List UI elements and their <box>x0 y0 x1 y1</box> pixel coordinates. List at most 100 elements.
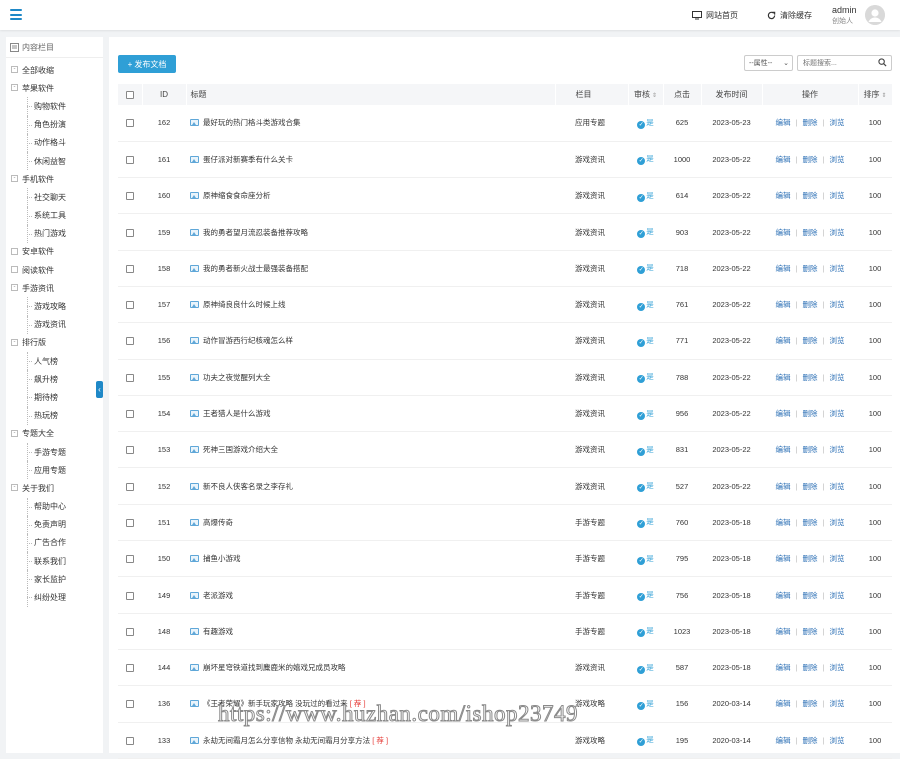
view-link[interactable]: 浏览 <box>829 228 844 237</box>
attribute-select[interactable]: --属性-- ⌄ <box>744 55 793 71</box>
row-review[interactable]: ✓ 是 <box>628 504 663 542</box>
delete-link[interactable]: 删除 <box>803 482 818 491</box>
tree-toggle-icon[interactable]: - <box>11 175 18 183</box>
search-icon[interactable] <box>878 58 887 67</box>
row-checkbox[interactable] <box>126 664 134 673</box>
edit-link[interactable]: 编辑 <box>776 118 791 127</box>
row-order[interactable]: 100 <box>858 613 892 650</box>
tree-toggle-icon[interactable] <box>11 266 18 274</box>
sidebar-item[interactable]: 应用专题 <box>6 461 103 480</box>
sidebar-item[interactable]: 购物软件 <box>6 97 103 116</box>
edit-link[interactable]: 编辑 <box>776 736 791 745</box>
select-all-checkbox[interactable] <box>125 90 134 99</box>
row-review[interactable]: ✓ 是 <box>628 613 663 650</box>
edit-link[interactable]: 编辑 <box>776 663 791 672</box>
user-info[interactable]: admin 创始人 <box>832 5 857 26</box>
row-review[interactable]: ✓ 是 <box>628 105 663 142</box>
edit-link[interactable]: 编辑 <box>776 155 791 164</box>
delete-link[interactable]: 删除 <box>803 445 818 454</box>
edit-link[interactable]: 编辑 <box>776 699 791 708</box>
row-checkbox[interactable] <box>126 446 134 455</box>
row-title[interactable]: 新不良人侠客名录之李存礼 <box>203 482 293 491</box>
edit-link[interactable]: 编辑 <box>776 627 791 636</box>
view-link[interactable]: 浏览 <box>829 264 844 273</box>
row-review[interactable]: ✓ 是 <box>628 467 663 505</box>
row-order[interactable]: 100 <box>858 431 892 469</box>
row-order[interactable]: 100 <box>858 395 892 433</box>
view-link[interactable]: 浏览 <box>829 155 844 164</box>
delete-link[interactable]: 删除 <box>803 336 818 345</box>
row-title[interactable]: 动作冒游西行纪核魂怎么样 <box>203 336 293 345</box>
sidebar-item[interactable]: 热门游戏 <box>6 224 103 244</box>
row-order[interactable]: 100 <box>858 504 892 542</box>
row-title[interactable]: 永劫无间霜月怎么分享信物 永劫无间霜月分享方法 <box>203 736 370 745</box>
view-link[interactable]: 浏览 <box>829 736 844 745</box>
sidebar-item[interactable]: - 苹果软件 <box>6 79 103 97</box>
row-checkbox[interactable] <box>126 337 134 346</box>
edit-link[interactable]: 编辑 <box>776 591 791 600</box>
sidebar-item[interactable]: - 排行版 <box>6 334 103 352</box>
row-review[interactable]: ✓ 是 <box>628 431 663 469</box>
row-order[interactable]: 100 <box>858 359 892 396</box>
clear-cache-link[interactable]: 清除缓存 <box>767 0 812 30</box>
row-order[interactable]: 100 <box>858 322 892 360</box>
row-review[interactable]: ✓ 是 <box>628 649 663 687</box>
row-review[interactable]: ✓ 是 <box>628 141 663 179</box>
row-title[interactable]: 有趣游戏 <box>203 627 233 636</box>
row-title[interactable]: 老派游戏 <box>203 591 233 600</box>
delete-link[interactable]: 删除 <box>803 300 818 309</box>
delete-link[interactable]: 删除 <box>803 409 818 418</box>
row-order[interactable]: 100 <box>858 576 892 614</box>
edit-link[interactable]: 编辑 <box>776 300 791 309</box>
row-review[interactable]: ✓ 是 <box>628 286 663 324</box>
row-checkbox[interactable] <box>126 155 134 164</box>
sidebar-item[interactable]: 期待榜 <box>6 388 103 407</box>
row-title[interactable]: 崩坏星穹铁道找到麋鹿米的嬉戏兄成员攻略 <box>203 663 346 672</box>
menu-toggle-icon[interactable] <box>10 9 22 20</box>
row-order[interactable]: 100 <box>858 177 892 215</box>
tree-toggle-icon[interactable]: - <box>11 338 18 346</box>
delete-link[interactable]: 删除 <box>803 591 818 600</box>
sidebar-item[interactable]: - 专题大全 <box>6 425 103 443</box>
sidebar-item[interactable]: 阅读软件 <box>6 261 103 279</box>
view-link[interactable]: 浏览 <box>829 627 844 636</box>
delete-link[interactable]: 删除 <box>803 736 818 745</box>
header-order[interactable]: 排序 ⇕ <box>858 84 893 105</box>
sidebar-item[interactable]: 系统工具 <box>6 206 103 225</box>
row-checkbox[interactable] <box>126 410 134 419</box>
delete-link[interactable]: 删除 <box>803 373 818 382</box>
delete-link[interactable]: 删除 <box>803 191 818 200</box>
delete-link[interactable]: 删除 <box>803 663 818 672</box>
edit-link[interactable]: 编辑 <box>776 191 791 200</box>
row-checkbox[interactable] <box>126 119 134 128</box>
row-title[interactable]: 捕鱼小游戏 <box>203 554 241 563</box>
tree-toggle-icon[interactable]: - <box>11 284 18 292</box>
row-order[interactable]: 100 <box>858 286 892 324</box>
row-order[interactable]: 100 <box>858 685 892 723</box>
sidebar-item[interactable]: 动作格斗 <box>6 133 103 153</box>
sidebar-item[interactable]: 角色扮演 <box>6 115 103 134</box>
site-home-link[interactable]: 网站首页 <box>692 0 738 30</box>
sidebar-item[interactable]: 热玩榜 <box>6 406 103 425</box>
view-link[interactable]: 浏览 <box>829 554 844 563</box>
delete-link[interactable]: 删除 <box>803 118 818 127</box>
row-review[interactable]: ✓ 是 <box>628 395 663 433</box>
sidebar-item[interactable]: 手游专题 <box>6 442 103 462</box>
row-checkbox[interactable] <box>126 627 134 636</box>
delete-link[interactable]: 删除 <box>803 155 818 164</box>
header-review[interactable]: 审核 ⇕ <box>628 84 664 105</box>
view-link[interactable]: 浏览 <box>829 663 844 672</box>
edit-link[interactable]: 编辑 <box>776 445 791 454</box>
row-checkbox[interactable] <box>126 736 134 745</box>
row-order[interactable]: 100 <box>858 141 892 179</box>
sidebar-item[interactable]: 游戏资讯 <box>6 315 103 335</box>
avatar[interactable] <box>865 5 885 25</box>
sidebar-item[interactable]: 家长监护 <box>6 570 103 589</box>
row-order[interactable]: 100 <box>858 213 892 251</box>
delete-link[interactable]: 删除 <box>803 627 818 636</box>
delete-link[interactable]: 删除 <box>803 264 818 273</box>
row-title[interactable]: 原神绮良良什么时候上线 <box>203 300 286 309</box>
sidebar-item[interactable]: 飙升榜 <box>6 370 103 389</box>
row-checkbox[interactable] <box>126 192 134 201</box>
row-review[interactable]: ✓ 是 <box>628 213 663 251</box>
